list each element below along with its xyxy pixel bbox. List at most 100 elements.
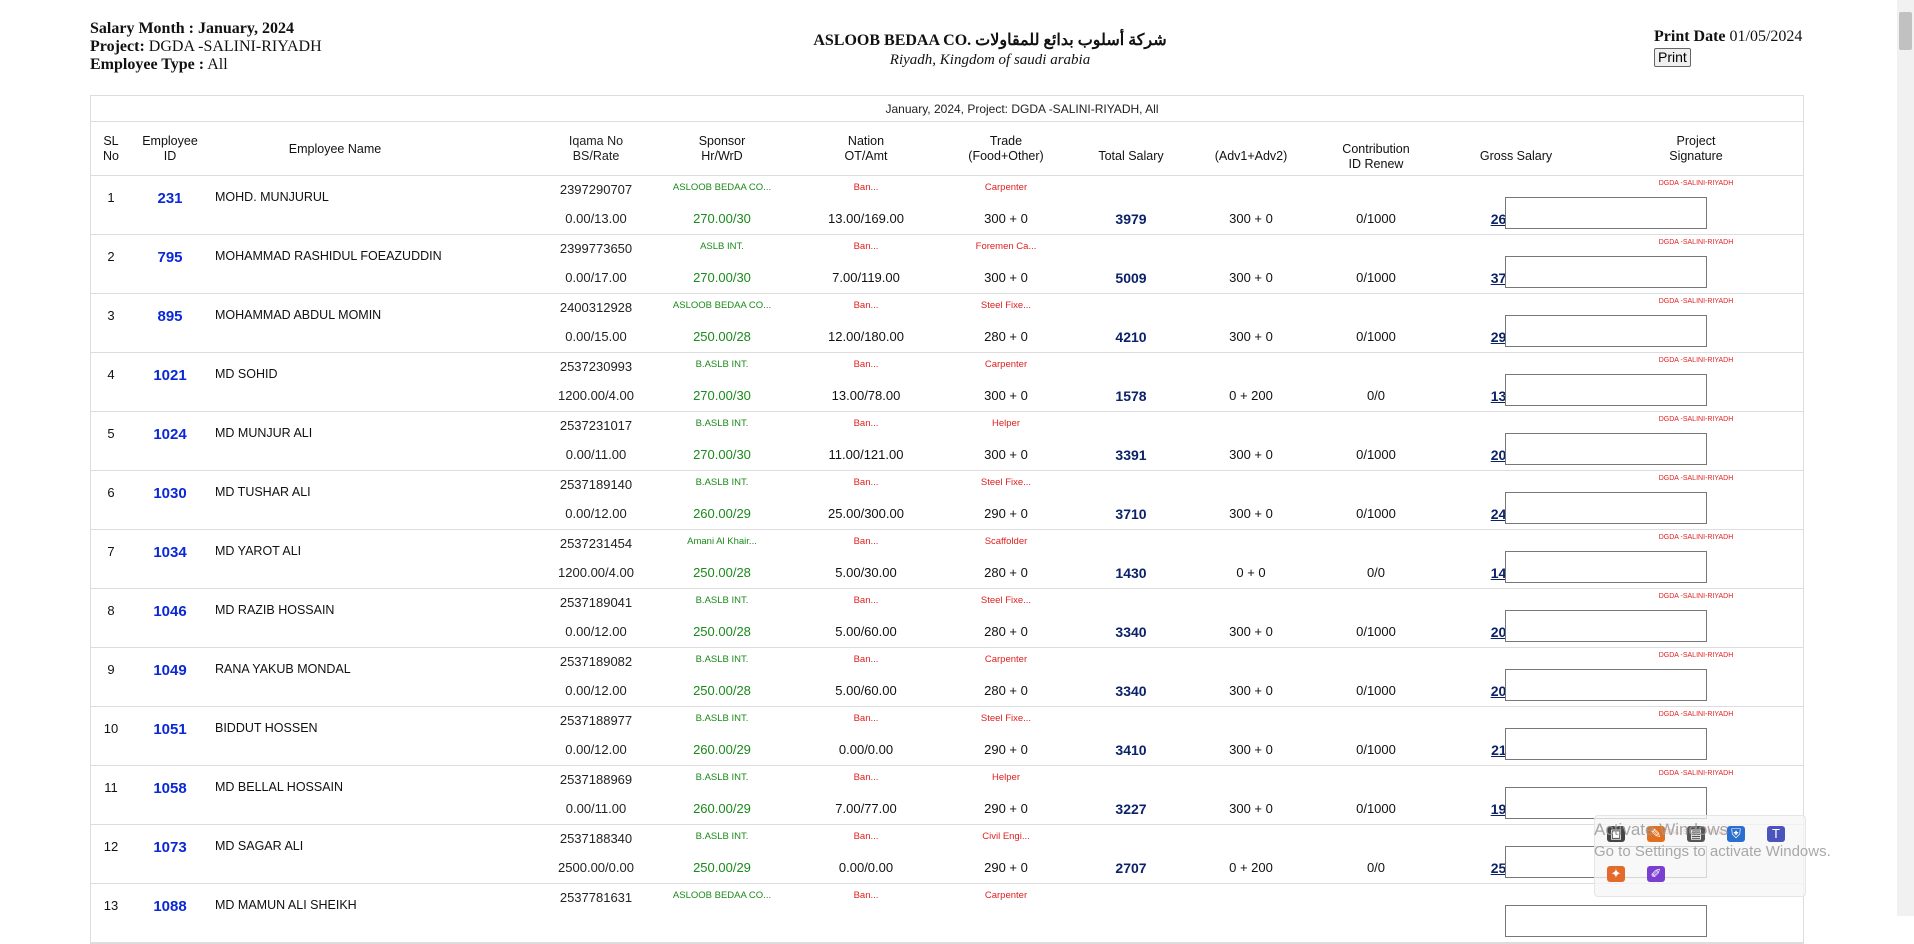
employee-id-link[interactable]: 1030 [131, 485, 209, 502]
project-label: DGDA -SALINI-RIYADH [1658, 534, 1734, 541]
app-icon[interactable]: ✦ [1607, 866, 1625, 882]
employee-id-link[interactable]: 1021 [131, 367, 209, 384]
ot-amt: 0.00/0.00 [838, 742, 894, 757]
contribution: 0/1000 [1356, 683, 1396, 698]
contribution: 0/1000 [1356, 211, 1396, 226]
contribution: 0/1000 [1356, 506, 1396, 521]
employee-name: MD BELLAL HOSSAIN [215, 780, 344, 794]
signature-box[interactable] [1505, 315, 1707, 347]
salary-report-table: January, 2024, Project: DGDA -SALINI-RIY… [90, 95, 1804, 944]
nation: Ban... [853, 477, 879, 488]
employee-id-link[interactable]: 1034 [131, 544, 209, 561]
iqama-no: 2537189140 [559, 477, 633, 492]
sl-no: 2 [107, 249, 115, 264]
col-total-salary: Total Salary [1098, 149, 1164, 163]
col-sl: SL No [103, 134, 119, 163]
table-row: 9 1049 RANA YAKUB MONDAL 2537189082 0.00/12.… [91, 648, 1803, 707]
trade: Carpenter [984, 182, 1028, 193]
signature-box[interactable] [1505, 905, 1707, 937]
company-name: ASLOOB BEDAA CO. شركة أسلوب بدائع للمقاو… [813, 32, 1167, 49]
print-date: Print Date 01/05/2024 [1654, 28, 1803, 45]
ot-amt: 12.00/180.00 [828, 329, 904, 344]
nation: Ban... [853, 713, 879, 724]
project-label: DGDA -SALINI-RIYADH [1658, 298, 1734, 305]
sponsor: ASLOOB BEDAA CO... [672, 890, 772, 901]
project-label: DGDA -SALINI-RIYADH [1658, 239, 1734, 246]
food-other: 280 + 0 [984, 565, 1028, 580]
trade: Steel Fixe... [980, 713, 1032, 724]
employee-id-link[interactable]: 895 [131, 308, 209, 325]
bs-rate: 0.00/13.00 [565, 211, 627, 226]
col-sponsor: Sponsor Hr/WrD [698, 134, 746, 163]
signature-box[interactable] [1505, 433, 1707, 465]
trade: Carpenter [984, 359, 1028, 370]
print-button[interactable]: Print [1654, 48, 1691, 67]
sl-no: 8 [107, 603, 115, 618]
pen-icon[interactable]: ✐ [1647, 866, 1665, 882]
col-employee-id: Employee ID [142, 134, 198, 163]
vertical-scrollbar[interactable] [1897, 0, 1914, 916]
trade: Helper [992, 772, 1020, 783]
employee-id-link[interactable]: 1073 [131, 839, 209, 856]
sl-no: 1 [107, 190, 115, 205]
advance: 0 + 200 [1229, 860, 1273, 875]
bs-rate: 2500.00/0.00 [558, 860, 634, 875]
nation: Ban... [853, 536, 879, 547]
employee-id-link[interactable]: 231 [131, 190, 209, 207]
col-gross-salary: Gross Salary [1479, 149, 1553, 163]
employee-id-link[interactable]: 795 [131, 249, 209, 266]
ot-amt: 5.00/60.00 [835, 624, 897, 639]
employee-id-link[interactable]: 1051 [131, 721, 209, 738]
advance: 300 + 0 [1229, 801, 1273, 816]
scrollbar-thumb[interactable] [1899, 12, 1912, 50]
project-label: DGDA -SALINI-RIYADH [1658, 416, 1734, 423]
employee-id-link[interactable]: 1049 [131, 662, 209, 679]
project-label: DGDA -SALINI-RIYADH [1658, 711, 1734, 718]
nation: Ban... [853, 300, 879, 311]
ot-amt: 25.00/300.00 [828, 506, 904, 521]
signature-box[interactable] [1505, 197, 1707, 229]
iqama-no: 2537188340 [559, 831, 633, 846]
signature-box[interactable] [1505, 551, 1707, 583]
signature-box[interactable] [1505, 669, 1707, 701]
trade: Steel Fixe... [980, 477, 1032, 488]
employee-name: MD RAZIB HOSSAIN [215, 603, 335, 617]
table-row: 6 1030 MD TUSHAR ALI 2537189140 0.00/12.00 B.… [91, 471, 1803, 530]
nation: Ban... [853, 831, 879, 842]
employee-name: MOHAMMAD ABDUL MOMIN [215, 308, 382, 322]
employee-id-link[interactable]: 1058 [131, 780, 209, 797]
employee-name: RANA YAKUB MONDAL [215, 662, 351, 676]
signature-box[interactable] [1505, 728, 1707, 760]
employee-id-link[interactable]: 1046 [131, 603, 209, 620]
sponsor: B.ASLB INT. [695, 418, 749, 429]
nation: Ban... [853, 359, 879, 370]
advance: 300 + 0 [1229, 506, 1273, 521]
print-block: Print Date 01/05/2024 Print [1654, 28, 1802, 67]
employee-id-link[interactable]: 1024 [131, 426, 209, 443]
total-salary: 3340 [1115, 683, 1147, 699]
total-salary: 1578 [1115, 388, 1147, 404]
bs-rate: 1200.00/4.00 [558, 565, 634, 580]
signature-box[interactable] [1505, 492, 1707, 524]
employee-id-link[interactable]: 1088 [131, 898, 209, 915]
advance: 300 + 0 [1229, 270, 1273, 285]
salary-month: Salary Month : January, 2024 [90, 20, 295, 37]
table-row: 7 1034 MD YAROT ALI 2537231454 1200.00/4.00 A… [91, 530, 1803, 589]
hr-wrd: 260.00/29 [693, 506, 751, 521]
iqama-no: 2537231454 [559, 536, 633, 551]
sl-no: 13 [103, 898, 119, 913]
contribution: 0/0 [1366, 565, 1386, 580]
food-other: 290 + 0 [984, 860, 1028, 875]
nation: Ban... [853, 890, 879, 901]
hr-wrd: 250.00/28 [693, 624, 751, 639]
signature-box[interactable] [1505, 610, 1707, 642]
bs-rate: 0.00/12.00 [565, 742, 627, 757]
total-salary: 3227 [1115, 801, 1147, 817]
sl-no: 3 [107, 308, 115, 323]
total-salary: 3340 [1115, 624, 1147, 640]
contribution: 0/0 [1366, 860, 1386, 875]
signature-box[interactable] [1505, 374, 1707, 406]
employee-name: MD TUSHAR ALI [215, 485, 311, 499]
signature-box[interactable] [1505, 256, 1707, 288]
food-other: 300 + 0 [984, 388, 1028, 403]
